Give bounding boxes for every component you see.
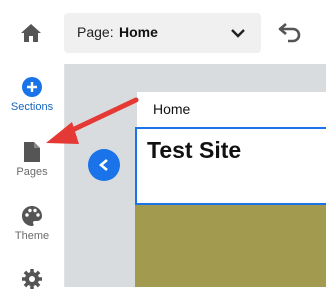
editor-canvas: Home Test Site [65,64,326,287]
site-title: Test Site [147,137,242,163]
nav-item-label: Pages [16,166,48,178]
left-nav: Sections Pages Theme [0,64,65,289]
chevron-left-icon [98,159,108,171]
home-button[interactable] [14,16,48,50]
page-tab[interactable]: Home [137,92,326,127]
palette-icon [22,206,42,226]
undo-icon[interactable] [276,20,304,46]
home-icon [21,24,41,42]
page-select-label: Page: [77,24,114,40]
nav-item-sections[interactable]: Sections [0,76,64,113]
top-toolbar: Page: Home [0,0,326,64]
site-header-section[interactable]: Test Site [135,127,326,205]
page-select[interactable]: Page: Home [64,13,261,53]
page-tab-label: Home [153,101,191,117]
nav-item-label: Theme [14,230,50,242]
nav-item-label: Sections [10,101,54,113]
site-body-section[interactable] [135,205,326,287]
page-icon [24,142,40,162]
plus-circle-icon [22,77,42,97]
collapse-panel-button[interactable] [88,149,120,181]
page-select-value: Home [119,24,158,40]
nav-item-pages[interactable]: Pages [0,141,64,178]
chevron-down-icon [231,29,245,38]
nav-item-theme[interactable]: Theme [0,205,64,242]
